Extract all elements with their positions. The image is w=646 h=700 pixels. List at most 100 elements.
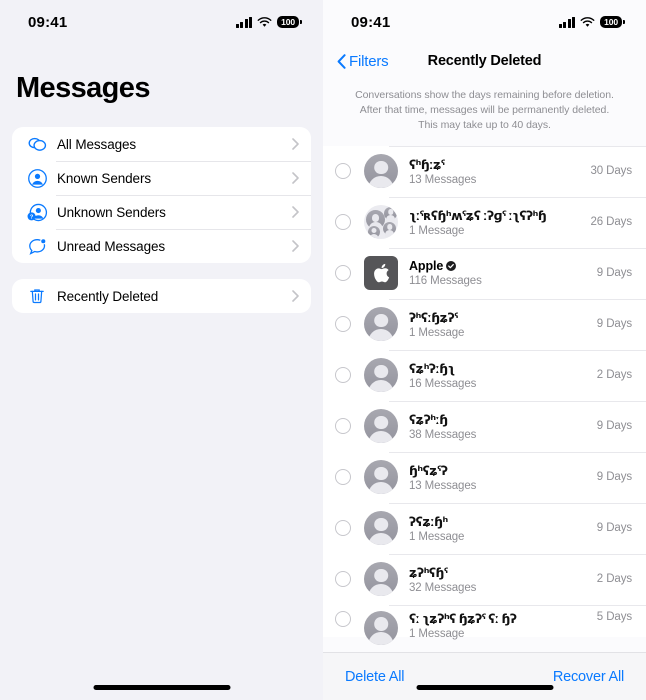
conversation-row[interactable]: ʔʰʕːɧʑʔˤ 1 Message 9 Days: [323, 298, 646, 350]
conversation-meta: ʅːˤʀʕɧʰʍˤʑʕ ːʔɡˤ ːʅʕʔʰɧ 1 Message: [398, 208, 585, 237]
delete-all-button[interactable]: Delete All: [345, 669, 404, 685]
select-checkbox[interactable]: [335, 418, 351, 435]
chat-bubbles-icon: [25, 132, 49, 156]
sidebar-item-recently-deleted[interactable]: Recently Deleted: [12, 279, 311, 313]
message-count: 16 Messages: [409, 377, 477, 390]
conversation-name-row: ʕʑʔʰːɧ: [409, 412, 591, 427]
conversation-row[interactable]: ɧʰʕʑˤʔ 13 Messages 9 Days: [323, 451, 646, 503]
chevron-right-icon: [292, 138, 299, 150]
conversation-name-row: ʔʰʕːɧʑʔˤ: [409, 310, 591, 325]
conversation-row[interactable]: ʑʔʰʕɧˤ 32 Messages 2 Days: [323, 553, 646, 605]
conversation-row-apple[interactable]: Apple 116 Messages 9 Days: [323, 247, 646, 299]
days-remaining: 9 Days: [596, 471, 632, 484]
select-checkbox[interactable]: [335, 214, 351, 231]
conversation-row[interactable]: ʅːˤʀʕɧʰʍˤʑʕ ːʔɡˤ ːʅʕʔʰɧ 1 Message 26 Day…: [323, 196, 646, 248]
sidebar-item-label: Known Senders: [57, 170, 152, 186]
person-avatar: [364, 358, 398, 393]
conversation-meta: ʕʑʔʰːɧ 38 Messages: [398, 412, 591, 441]
wifi-icon: [257, 16, 272, 27]
conversation-name-row: ɧʰʕʑˤʔ: [409, 463, 591, 478]
conversation-name: ʕʰɧːʑˤ: [409, 156, 445, 172]
person-avatar: [364, 307, 398, 342]
conversation-name: Apple: [409, 259, 444, 274]
sidebar-item-label: Unread Messages: [57, 238, 166, 254]
select-checkbox[interactable]: [335, 610, 351, 627]
conversation-name-row: ʕʰɧːʑˤ: [409, 157, 585, 172]
select-checkbox[interactable]: [335, 265, 351, 282]
person-avatar: [364, 154, 398, 189]
back-button-filters[interactable]: Filters: [337, 53, 389, 70]
conversation-name: ʔʰʕːɧʑʔˤ: [409, 309, 458, 325]
sidebar-item-label: All Messages: [57, 136, 137, 152]
chevron-right-icon: [292, 290, 299, 302]
conversation-row[interactable]: ʕʑʔʰːɧ 38 Messages 9 Days: [323, 400, 646, 452]
person-avatar: [364, 511, 398, 546]
chat-bubble-dot-icon: [25, 234, 49, 258]
message-count: 1 Message: [409, 530, 465, 543]
apple-logo-avatar: [364, 256, 398, 291]
conversation-name: ʕʑʔʰːɧ: [409, 411, 448, 427]
battery-indicator: 100: [277, 16, 299, 28]
message-count: 38 Messages: [409, 428, 477, 441]
status-bar-indicators: 100: [558, 16, 622, 28]
conversation-row[interactable]: ʕʑʰʔːɧʅ 16 Messages 2 Days: [323, 349, 646, 401]
sidebar-item-unknown-senders[interactable]: ? Unknown Senders: [12, 195, 311, 229]
group-avatar: [364, 205, 398, 240]
select-checkbox[interactable]: [335, 469, 351, 486]
home-indicator-left: [93, 685, 230, 690]
conversation-meta: ʕʰɧːʑˤ 13 Messages: [398, 157, 585, 186]
conversation-name-row: Apple: [409, 259, 591, 273]
messages-filters-pane: 09:41 100 Messages All Messages Known Se…: [0, 0, 323, 700]
status-bar-left: 09:41 100: [0, 0, 323, 44]
days-remaining: 9 Days: [596, 522, 632, 535]
conversation-name-row: ʑʔʰʕɧˤ: [409, 565, 591, 580]
conversation-row[interactable]: ʔʕʑːɧʰ 1 Message 9 Days: [323, 502, 646, 554]
conversation-list[interactable]: ʕʰɧːʑˤ 13 Messages 30 Days ʅːˤʀʕɧʰʍˤʑʕ ː…: [323, 145, 646, 652]
conversation-meta: ɧʰʕʑˤʔ 13 Messages: [398, 463, 591, 492]
select-checkbox[interactable]: [335, 367, 351, 384]
conversation-name: ʅːˤʀʕɧʰʍˤʑʕ ːʔɡˤ ːʅʕʔʰɧ: [409, 207, 547, 223]
days-remaining: 9 Days: [596, 267, 632, 280]
verified-badge-icon: [446, 261, 457, 272]
sidebar-item-all-messages[interactable]: All Messages: [12, 127, 311, 161]
message-count: 1 Message: [409, 224, 465, 237]
days-remaining: 2 Days: [596, 573, 632, 586]
conversation-meta: ʕː ʅʑʔʰʕ ɧʑʔˤ ʕː ɧʔ 1 Message: [398, 611, 591, 640]
conversation-meta: ʕʑʰʔːɧʅ 16 Messages: [398, 361, 591, 390]
person-avatar: [364, 610, 398, 645]
status-bar-right: 09:41 100: [323, 0, 646, 44]
conversation-row[interactable]: ʕː ʅʑʔʰʕ ɧʑʔˤ ʕː ɧʔ 1 Message 5 Days: [323, 604, 646, 645]
deletion-policy-description: Conversations show the days remaining be…: [355, 89, 614, 132]
status-bar-time: 09:41: [28, 13, 68, 31]
conversation-row[interactable]: ʕʰɧːʑˤ 13 Messages 30 Days: [323, 145, 646, 197]
conversation-name-row: ʕʑʰʔːɧʅ: [409, 361, 591, 376]
recover-all-button[interactable]: Recover All: [553, 669, 624, 685]
person-avatar: [364, 562, 398, 597]
conversation-meta: Apple 116 Messages: [398, 259, 591, 287]
battery-indicator: 100: [600, 16, 622, 28]
navigation-bar: Filters Recently Deleted: [323, 44, 646, 78]
conversation-name: ʕː ʅʑʔʰʕ ɧʑʔˤ ʕː ɧʔ: [409, 610, 517, 626]
conversation-name: ʔʕʑːɧʰ: [409, 513, 448, 529]
select-checkbox[interactable]: [335, 316, 351, 333]
message-count: 1 Message: [409, 326, 465, 339]
conversation-name: ɧʰʕʑˤʔ: [409, 462, 448, 478]
sidebar-item-known-senders[interactable]: Known Senders: [12, 161, 311, 195]
conversation-meta: ʑʔʰʕɧˤ 32 Messages: [398, 565, 591, 594]
status-bar-time: 09:41: [351, 13, 391, 31]
person-avatar: [364, 460, 398, 495]
chevron-left-icon: [337, 53, 346, 69]
page-title: Messages: [16, 72, 150, 104]
person-circle-icon: [25, 166, 49, 190]
conversation-name-row: ʅːˤʀʕɧʰʍˤʑʕ ːʔɡˤ ːʅʕʔʰɧ: [409, 208, 585, 223]
select-checkbox[interactable]: [335, 571, 351, 588]
cellular-signal-icon: [558, 16, 576, 28]
conversation-name: ʑʔʰʕɧˤ: [409, 564, 448, 580]
sidebar-item-label: Unknown Senders: [57, 204, 166, 220]
home-indicator-right: [416, 685, 553, 690]
select-checkbox[interactable]: [335, 163, 351, 180]
sidebar-item-unread-messages[interactable]: Unread Messages: [12, 229, 311, 263]
select-checkbox[interactable]: [335, 520, 351, 537]
days-remaining: 5 Days: [596, 610, 632, 623]
days-remaining: 9 Days: [596, 420, 632, 433]
